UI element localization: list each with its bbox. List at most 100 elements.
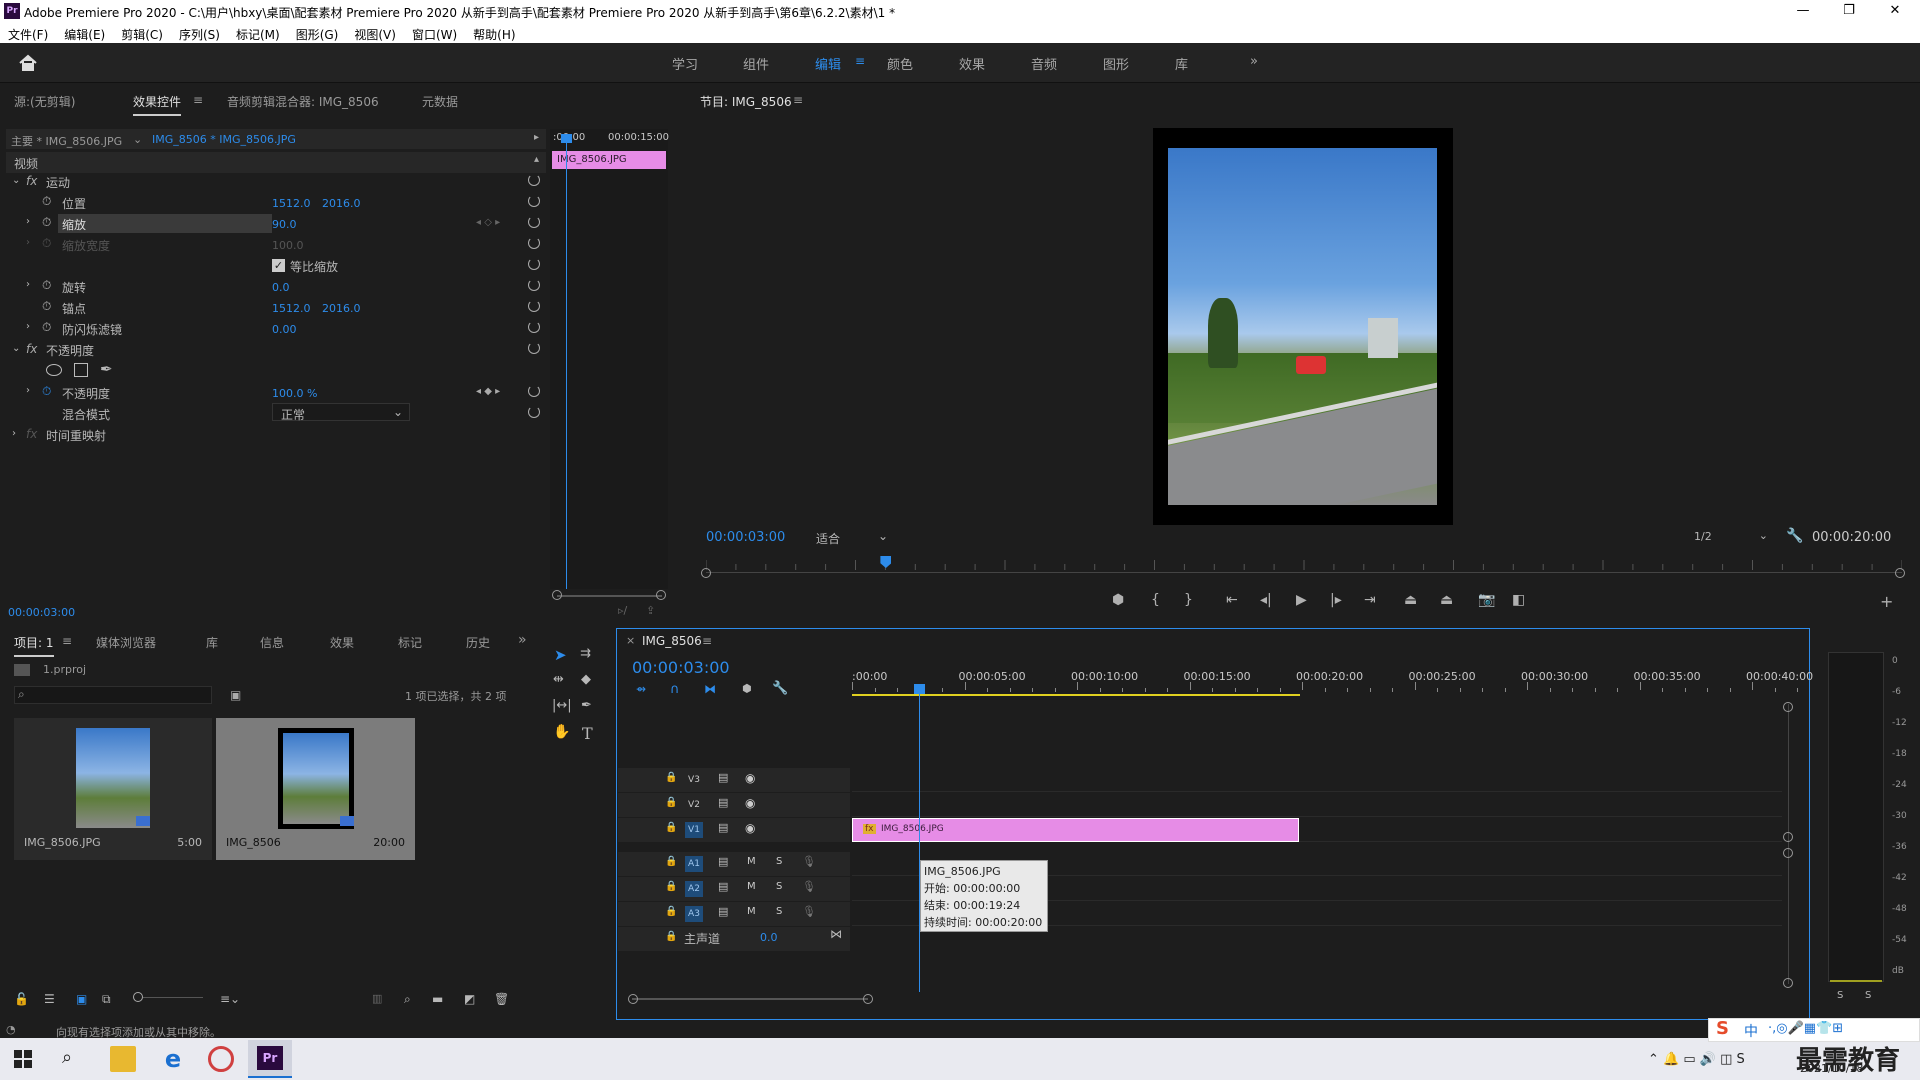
mini-zoom-scrollbar[interactable] (557, 595, 662, 597)
tab-effects[interactable]: 效果 (330, 634, 354, 651)
position-x-value[interactable]: 1512.0 (272, 197, 311, 210)
menu-edit[interactable]: 编辑(E) (56, 22, 113, 43)
tab-project[interactable]: 项目: 1 (14, 634, 54, 657)
rotation-stopwatch-icon[interactable]: ⏱ (42, 278, 51, 293)
master-track-value[interactable]: 0.0 (760, 931, 778, 944)
tab-source[interactable]: 源:(无剪辑) (14, 93, 75, 110)
opacity-expand-icon[interactable]: › (26, 385, 30, 396)
new-item-icon[interactable]: ◩ (464, 992, 475, 1006)
selection-tool-icon[interactable]: ➤ (554, 646, 567, 664)
vscroll-mid-handle-2[interactable] (1783, 848, 1793, 858)
track-target-2[interactable]: V2 (685, 797, 703, 813)
scale-stopwatch-icon[interactable]: ⏱ (42, 215, 51, 230)
track-select-tool-icon[interactable]: ⇉ (580, 646, 591, 661)
tab-media-browser[interactable]: 媒体浏览器 (96, 634, 156, 651)
program-menu-icon[interactable]: ≡ (793, 93, 803, 107)
blend-mode-select[interactable]: 正常 ⌄ (272, 403, 410, 422)
play-icon[interactable]: ▶ (1296, 592, 1307, 608)
workspace-learning[interactable]: 学习 (672, 54, 698, 73)
snap-magnet-icon[interactable]: ∩ (670, 682, 680, 697)
menu-view[interactable]: 视图(V) (346, 22, 404, 43)
clear-icon[interactable]: 🗑 (494, 992, 509, 1006)
solo-track-button[interactable]: S (776, 881, 782, 892)
rotation-expand-icon[interactable]: › (26, 279, 30, 290)
anchor-reset-icon[interactable] (528, 300, 540, 312)
new-bin-icon[interactable]: ▬ (432, 992, 443, 1006)
minimize-button[interactable]: — (1780, 0, 1826, 22)
solo-track-button[interactable]: S (776, 856, 782, 867)
opacity-fx-badge[interactable]: fx (26, 342, 37, 356)
track-target-5[interactable]: A2 (685, 881, 703, 897)
program-timecode[interactable]: 00:00:03:00 (706, 530, 785, 545)
button-editor-add-icon[interactable]: + (1880, 592, 1893, 611)
tab-info[interactable]: 信息 (260, 634, 284, 651)
flicker-stopwatch-icon[interactable]: ⏱ (42, 320, 51, 335)
opacity-collapse-icon[interactable]: ⌄ (12, 343, 20, 354)
project-search-input[interactable] (14, 686, 212, 704)
razor-tool-icon[interactable]: ◆ (581, 672, 591, 687)
windows-start-icon[interactable] (14, 1050, 32, 1068)
tab-markers[interactable]: 标记 (398, 634, 422, 651)
tab-effect-controls[interactable]: 效果控件 (133, 93, 182, 116)
tab-metadata[interactable]: 元数据 (422, 93, 458, 110)
ime-chinese-mode[interactable]: 中 (1744, 1021, 1758, 1041)
rectangle-mask-icon[interactable] (74, 363, 88, 377)
resolution-select[interactable]: 1/2 ⌄ (1688, 528, 1772, 546)
vscroll-mid-handle-1[interactable] (1783, 832, 1793, 842)
mini-zoom-handle-left[interactable] (552, 590, 562, 600)
sync-lock-icon[interactable]: ▤ (718, 880, 728, 893)
taskbar-search-icon[interactable]: ⌕ (62, 1047, 72, 1068)
timeline-timecode[interactable]: 00:00:03:00 (632, 658, 730, 677)
menu-help[interactable]: 帮助(H) (465, 22, 523, 43)
filter-icon[interactable]: ▹/ (618, 604, 627, 617)
go-to-in-icon[interactable]: ⇤ (1226, 592, 1238, 608)
track-target-4[interactable]: A1 (685, 856, 703, 872)
track-lock-icon[interactable]: 🔒 (665, 881, 677, 892)
opacity-keyframe-reset-icon[interactable] (528, 385, 540, 397)
anchor-stopwatch-icon[interactable]: ⏱ (42, 299, 51, 314)
nest-toggle-icon[interactable]: ⇴ (636, 682, 646, 696)
time-remap-expand-icon[interactable]: › (12, 428, 16, 439)
close-button[interactable]: ✕ (1872, 0, 1918, 22)
voice-over-mic-icon[interactable]: 🎙 (802, 880, 816, 893)
extract-icon[interactable]: ⏏ (1440, 592, 1453, 608)
sync-lock-icon[interactable]: ▤ (718, 855, 728, 868)
solo-track-button[interactable]: S (776, 906, 782, 917)
freeform-view-icon[interactable]: ⧉ (102, 992, 111, 1007)
timeline-horizontal-scrollbar[interactable] (632, 998, 868, 1000)
track-lock-icon[interactable]: 🔒 (665, 772, 677, 783)
taskbar-app-icon[interactable] (208, 1046, 234, 1072)
scroll-up-icon[interactable]: ▴ (534, 154, 539, 165)
program-video-image[interactable] (1168, 148, 1437, 505)
position-stopwatch-icon[interactable]: ⏱ (42, 194, 51, 209)
timeline-tab-name[interactable]: IMG_8506 (642, 634, 702, 648)
flicker-value[interactable]: 0.00 (272, 323, 297, 336)
lift-icon[interactable]: ⏏ (1404, 592, 1417, 608)
mark-out-icon[interactable]: } (1184, 592, 1193, 608)
sync-lock-icon[interactable]: ▤ (718, 905, 728, 918)
pen-tool-icon[interactable]: ✒ (581, 698, 592, 713)
workspace-menu-icon[interactable]: ≡ (855, 54, 865, 68)
vscroll-top-handle[interactable] (1783, 702, 1793, 712)
workspace-editing[interactable]: 编辑 (815, 54, 841, 73)
scale-reset-icon[interactable] (528, 216, 540, 228)
project-item-image[interactable]: IMG_8506.JPG 5:00 (14, 718, 212, 860)
mute-track-button[interactable]: M (747, 881, 756, 892)
mark-in-icon[interactable]: { (1151, 592, 1160, 608)
settings-wrench-icon[interactable]: 🔧 (1786, 528, 1803, 544)
step-back-icon[interactable]: ◂| (1260, 592, 1272, 608)
track-lock-icon[interactable]: 🔒 (665, 906, 677, 917)
hscroll-left-handle[interactable] (628, 994, 638, 1004)
comparison-view-icon[interactable]: ◧ (1512, 592, 1525, 608)
flicker-reset-icon[interactable] (528, 321, 540, 333)
list-view-icon[interactable]: ☰ (44, 992, 55, 1006)
workspace-effects[interactable]: 效果 (959, 54, 985, 73)
tab-menu-icon[interactable]: ≡ (193, 93, 203, 107)
timeline-settings-wrench-icon[interactable]: 🔧 (772, 681, 788, 696)
sogou-ime-icon[interactable]: S (1716, 1018, 1729, 1039)
mute-track-button[interactable]: M (747, 906, 756, 917)
workspace-libraries[interactable]: 库 (1175, 54, 1188, 73)
position-reset-icon[interactable] (528, 195, 540, 207)
track-lock-icon[interactable]: 🔒 (665, 856, 677, 867)
export-frame-camera-icon[interactable]: 📷 (1478, 592, 1495, 608)
